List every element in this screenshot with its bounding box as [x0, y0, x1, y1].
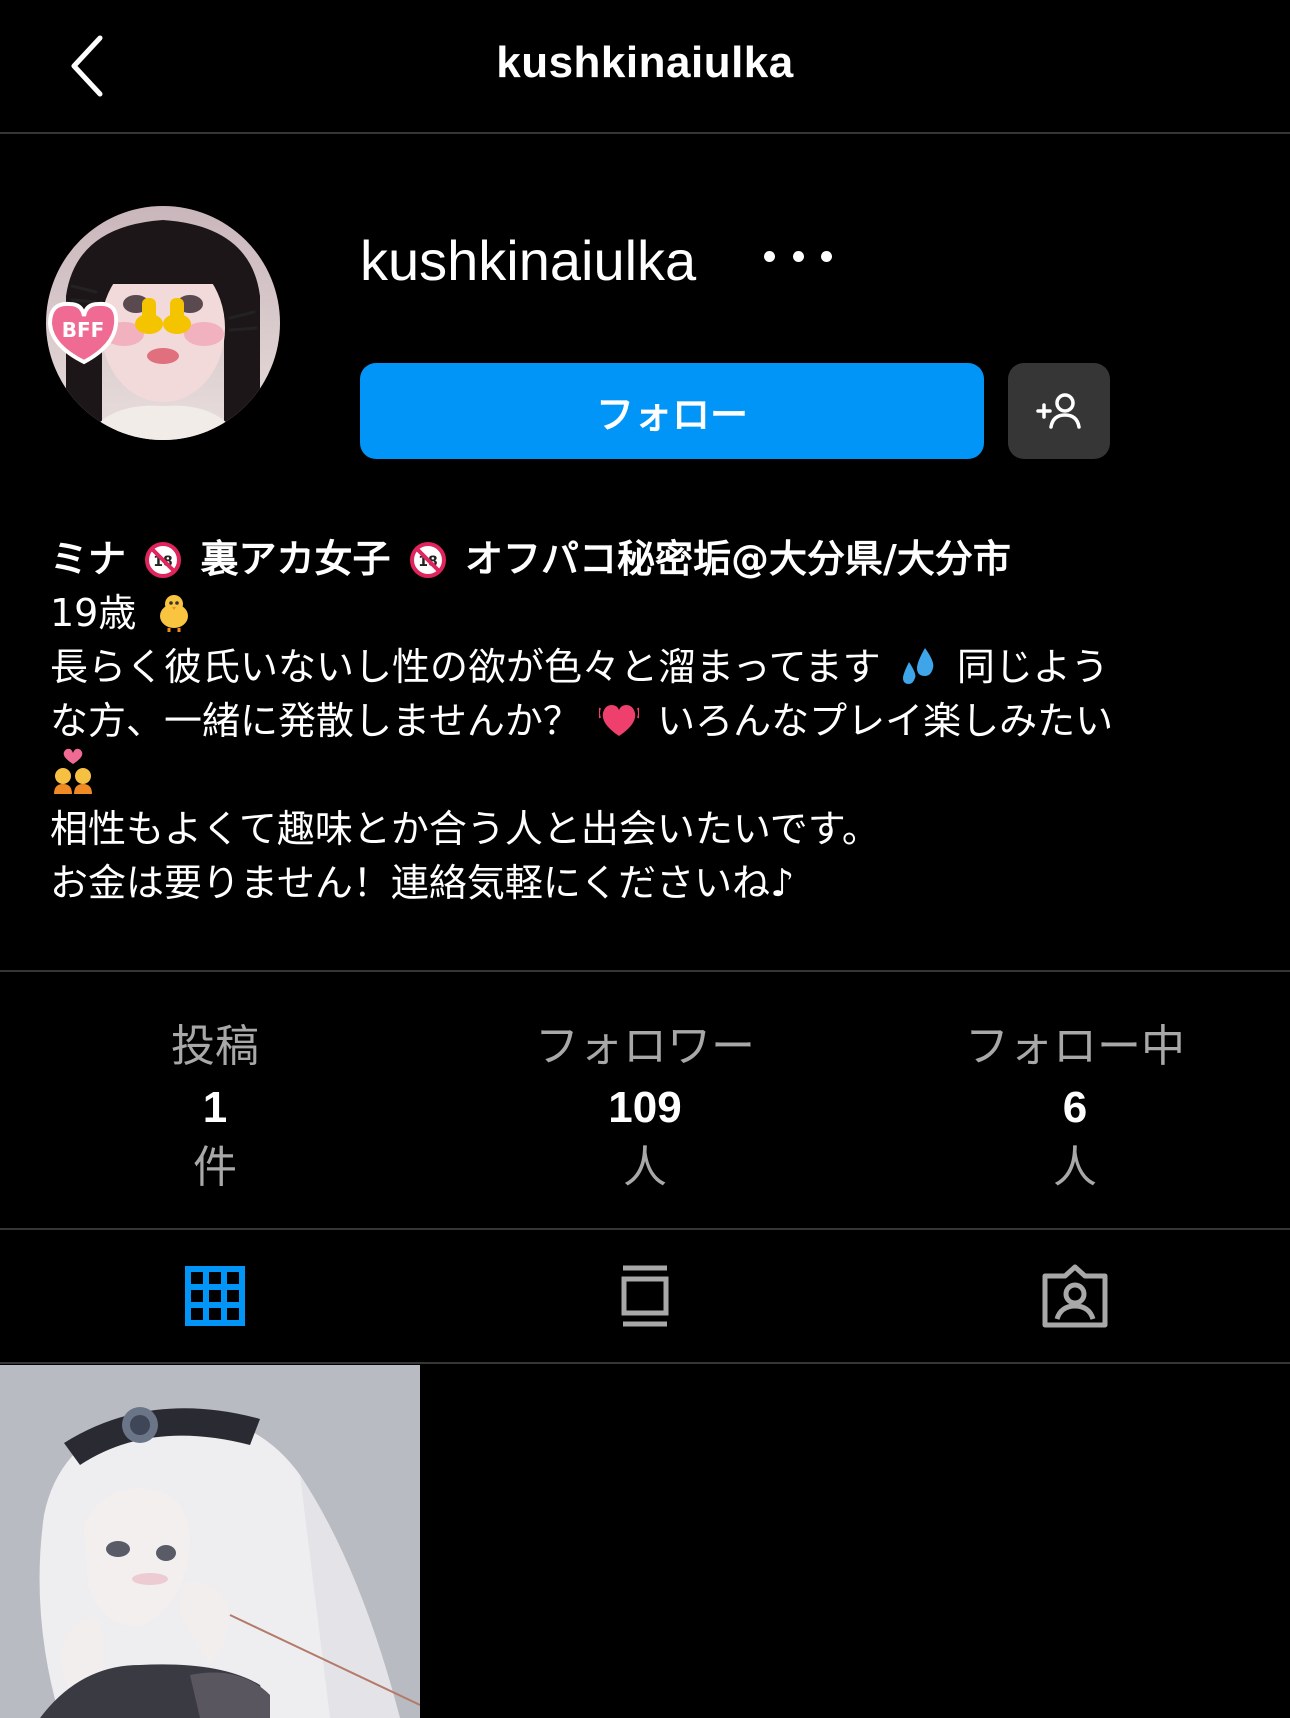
tab-posts-grid[interactable] [0, 1232, 430, 1360]
no-under-18-icon: 18 [145, 542, 182, 578]
add-person-icon [1036, 393, 1081, 429]
profile-stats: 投稿 1 件 フォロワー 109 人 フォロー中 6 人 [0, 1000, 1290, 1230]
stat-label: フォロー中 [965, 1021, 1185, 1072]
ellipsis-icon [764, 250, 775, 262]
stat-label: 投稿 [171, 1021, 259, 1072]
stat-unit: 人 [623, 1142, 667, 1193]
suggest-accounts-button[interactable] [1008, 363, 1110, 459]
tagged-icon [1042, 1264, 1108, 1328]
chick-icon [160, 595, 189, 632]
follow-button[interactable]: フォロー [360, 363, 984, 459]
bio-name-line: ミナ 18 裏アカ女子 18 オフパコ秘密垢@大分県/大分市 [50, 532, 1250, 586]
bio-text: いろんなプレイ楽しみたい [657, 699, 1114, 743]
profile-username: kushkinaiulka [360, 229, 697, 292]
stat-unit: 件 [193, 1142, 237, 1193]
stat-following[interactable]: フォロー中 6 人 [860, 1000, 1290, 1230]
stat-value: 109 [608, 1083, 682, 1132]
profile-avatar[interactable]: BFF [46, 206, 280, 440]
sweat-droplets-icon [902, 648, 934, 684]
ellipsis-dot [792, 250, 804, 262]
bio-line-4: お金は要りません！連絡気軽にくださいね♪ [50, 861, 795, 905]
feed-icon [621, 1265, 669, 1327]
bio-line-2: な方、一緒に発散しませんか？ いろんなプレイ楽しみたい [50, 694, 1250, 748]
top-bar: kushkinaiulka [0, 0, 1290, 134]
no-under-18-icon: 18 [409, 542, 446, 578]
post-image [0, 1365, 420, 1718]
post-thumbnail[interactable] [0, 1365, 420, 1718]
divider [0, 970, 1290, 972]
svg-text:BFF: BFF [62, 318, 105, 342]
divider [0, 1228, 1290, 1230]
header-title: kushkinaiulka [496, 38, 794, 87]
ellipsis-dot [821, 250, 832, 262]
stat-followers[interactable]: フォロワー 109 人 [430, 1000, 860, 1230]
bio-line-1: 長らく彼氏いないし性の欲が色々と溜まってます 同じよう [50, 640, 1250, 694]
stat-label: フォロワー [535, 1021, 755, 1072]
divider [0, 1362, 1290, 1364]
stat-value: 6 [1062, 1083, 1088, 1132]
bio-line-emoji [50, 748, 1250, 802]
bio-display-name: ミナ [50, 537, 127, 581]
stat-unit: 人 [1053, 1142, 1097, 1193]
bio-text: な方、一緒に発散しませんか？ [50, 699, 581, 743]
bio-tag-1: 裏アカ女子 [200, 537, 391, 581]
avatar-image: BFF [46, 206, 280, 440]
couple-heart-icon [54, 748, 92, 794]
tab-tagged[interactable] [860, 1232, 1290, 1360]
grid-icon [185, 1266, 245, 1326]
bio-age: 19歳 [50, 591, 137, 635]
bio-line-3: 相性もよくて趣味とか合う人と出会いたいです。 [50, 807, 880, 851]
profile-tabs [0, 1232, 1290, 1360]
bio-text: 長らく彼氏いないし性の欲が色々と溜まってます [50, 645, 881, 689]
stat-value: 1 [202, 1083, 228, 1132]
more-options-button[interactable] [758, 236, 838, 276]
stat-posts[interactable]: 投稿 1 件 [0, 1000, 430, 1230]
bio-tag-2: オフパコ秘密垢@大分県/大分市 [464, 537, 1011, 581]
bio-age-line: 19歳 [50, 586, 1250, 640]
tab-feed[interactable] [430, 1232, 860, 1360]
profile-bio: ミナ 18 裏アカ女子 18 オフパコ秘密垢@大分県/大分市 19歳 長らく彼氏… [50, 532, 1250, 910]
beating-heart-icon [598, 705, 639, 736]
bio-text: 同じよう [956, 645, 1109, 689]
